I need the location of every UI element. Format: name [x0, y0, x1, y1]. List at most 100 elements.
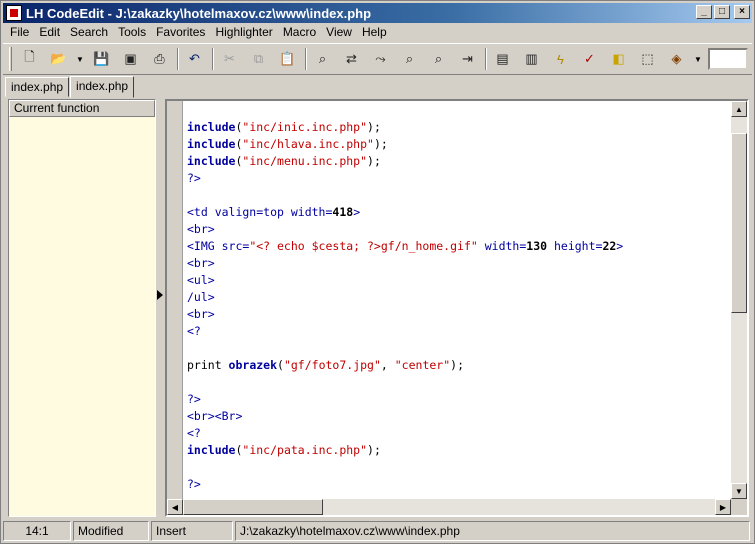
menu-tools[interactable]: Tools: [113, 23, 151, 41]
code-token: ,: [380, 358, 395, 372]
toolbar-combo-input[interactable]: [708, 48, 748, 70]
code-line[interactable]: <br>: [187, 306, 623, 323]
document-icon[interactable]: ▤: [491, 48, 514, 70]
vertical-scroll-thumb[interactable]: [731, 133, 747, 313]
code-token: /ul>: [187, 290, 215, 304]
toolbar: 🗋 📂 ▼ 💾 ▣ ⎙ ↶ ✂ ⧉ 📋 ⌕ ⇄ ⤳ ⌕ ⌕ ⇥ ▤ ▥ ϟ ✓ …: [3, 43, 752, 75]
find-prev-icon[interactable]: ⌕: [427, 48, 450, 70]
check-icon[interactable]: ✓: [578, 48, 601, 70]
code-line[interactable]: [187, 459, 623, 476]
menu-search[interactable]: Search: [65, 23, 113, 41]
code-token: (: [277, 358, 284, 372]
code-token: ?>: [187, 171, 201, 185]
code-editor[interactable]: include("inc/inic.inc.php"); include("inc…: [165, 99, 749, 517]
goto-icon[interactable]: ⇥: [456, 48, 479, 70]
panel-collapse-arrow-icon[interactable]: [157, 290, 163, 300]
code-token: <IMG src=: [187, 239, 250, 253]
code-line[interactable]: ?>: [187, 170, 623, 187]
code-token: <td valign=top width=: [187, 205, 333, 219]
code-token: <?: [187, 324, 201, 338]
code-token: width=: [477, 239, 527, 253]
side-panel: Current function: [8, 99, 156, 517]
undo-icon[interactable]: ↶: [183, 48, 206, 70]
code-line[interactable]: /ul>: [187, 289, 623, 306]
replace-icon[interactable]: ⇄: [340, 48, 363, 70]
menu-file[interactable]: File: [5, 23, 34, 41]
status-bar: 14:1 Modified Insert J:\zakazky\hotelmax…: [3, 521, 752, 541]
code-token: height=: [547, 239, 603, 253]
code-line[interactable]: <br>: [187, 255, 623, 272]
code-line[interactable]: <br><Br>: [187, 408, 623, 425]
maximize-button[interactable]: □: [714, 5, 730, 19]
code-token: );: [450, 358, 464, 372]
scroll-down-button[interactable]: ▼: [731, 483, 747, 499]
toolbar-grip[interactable]: [9, 47, 12, 71]
print-icon[interactable]: ⎙: [148, 48, 171, 70]
code-line[interactable]: <IMG src="<? echo $cesta; ?>gf/n_home.gi…: [187, 238, 623, 255]
code-line[interactable]: <?: [187, 323, 623, 340]
new-file-icon[interactable]: 🗋: [18, 48, 41, 70]
find-next-icon[interactable]: ⤳: [369, 48, 392, 70]
code-line[interactable]: [187, 187, 623, 204]
menu-macro[interactable]: Macro: [278, 23, 321, 41]
dotted-box-icon[interactable]: ⬚: [636, 48, 659, 70]
code-token: "center": [394, 358, 451, 372]
columns-icon[interactable]: ▥: [520, 48, 543, 70]
save-all-icon[interactable]: ▣: [119, 48, 142, 70]
save-icon[interactable]: 💾: [90, 48, 113, 70]
side-panel-header[interactable]: Current function: [9, 100, 155, 117]
code-line[interactable]: include("inc/menu.inc.php");: [187, 153, 623, 170]
code-token: );: [367, 120, 381, 134]
menu-highlighter[interactable]: Highlighter: [210, 23, 277, 41]
code-line[interactable]: <br>: [187, 221, 623, 238]
menu-help[interactable]: Help: [357, 23, 392, 41]
code-content[interactable]: include("inc/inic.inc.php"); include("inc…: [187, 119, 623, 493]
code-line[interactable]: [187, 374, 623, 391]
lightning-icon[interactable]: ϟ: [549, 48, 572, 70]
code-line[interactable]: include("inc/inic.inc.php");: [187, 119, 623, 136]
minimize-button[interactable]: _: [696, 5, 712, 19]
scroll-left-button[interactable]: ◀: [167, 499, 183, 515]
code-token: <?: [187, 426, 201, 440]
highlight-icon[interactable]: ◧: [607, 48, 630, 70]
app-logo-icon[interactable]: [6, 5, 22, 21]
code-token: <br>: [187, 222, 215, 236]
horizontal-scroll-thumb[interactable]: [183, 499, 323, 515]
cut-icon[interactable]: ✂: [218, 48, 241, 70]
toolbar-separator: [177, 48, 179, 70]
code-line[interactable]: <td valign=top width=418>: [187, 204, 623, 221]
horizontal-scrollbar[interactable]: ◀ ▶: [167, 499, 731, 515]
code-line[interactable]: ?>: [187, 391, 623, 408]
code-line[interactable]: include("inc/pata.inc.php");: [187, 442, 623, 459]
code-line[interactable]: <ul>: [187, 272, 623, 289]
find-in-files-icon[interactable]: ⌕: [398, 48, 421, 70]
code-token: );: [367, 443, 381, 457]
scroll-up-button[interactable]: ▲: [731, 101, 747, 117]
title-bar: LH CodeEdit - J:\zakazky\hotelmaxov.cz\w…: [3, 3, 752, 23]
open-folder-icon[interactable]: 📂: [47, 48, 70, 70]
tab-index-php-1[interactable]: index.php: [5, 77, 70, 97]
scroll-right-button[interactable]: ▶: [715, 499, 731, 515]
menu-favorites[interactable]: Favorites: [151, 23, 210, 41]
copy-icon[interactable]: ⧉: [247, 48, 270, 70]
more-dropdown-icon[interactable]: ▼: [694, 55, 702, 64]
vertical-scrollbar[interactable]: ▲ ▼: [731, 101, 747, 499]
tab-index-php-2[interactable]: index.php: [70, 76, 135, 98]
editor-gutter[interactable]: [167, 101, 183, 499]
code-line[interactable]: <?: [187, 425, 623, 442]
close-button[interactable]: ×: [734, 5, 750, 19]
toolbar-separator: [212, 48, 214, 70]
status-cursor-position: 14:1: [3, 521, 71, 541]
menu-edit[interactable]: Edit: [34, 23, 65, 41]
paste-icon[interactable]: 📋: [276, 48, 299, 70]
code-line[interactable]: ?>: [187, 476, 623, 493]
code-token: "inc/hlava.inc.php": [242, 137, 374, 151]
menu-view[interactable]: View: [321, 23, 357, 41]
package-icon[interactable]: ◈: [665, 48, 688, 70]
find-icon[interactable]: ⌕: [311, 48, 334, 70]
open-dropdown-icon[interactable]: ▼: [76, 55, 84, 64]
code-token: include: [187, 443, 236, 457]
code-line[interactable]: [187, 340, 623, 357]
code-line[interactable]: print obrazek("gf/foto7.jpg", "center");: [187, 357, 623, 374]
code-line[interactable]: include("inc/hlava.inc.php");: [187, 136, 623, 153]
